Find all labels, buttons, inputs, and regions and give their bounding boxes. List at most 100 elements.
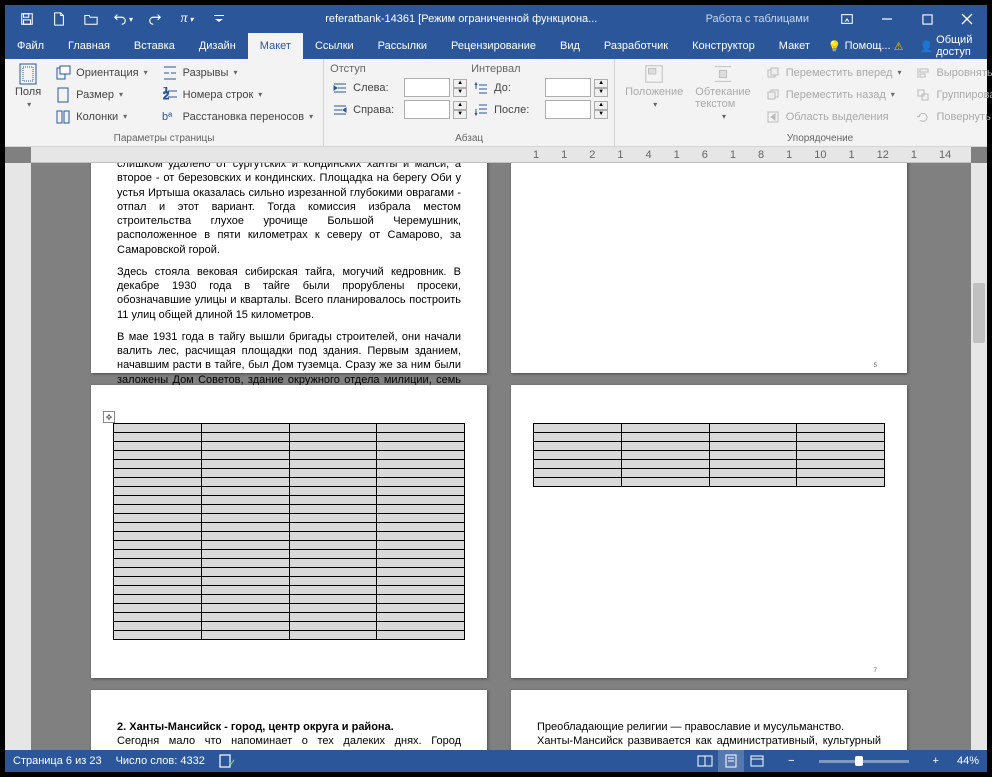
spacing-before[interactable]: До:▲▼ [471, 77, 608, 98]
undo-button[interactable]: ▾ [107, 5, 139, 33]
vertical-scrollbar[interactable] [971, 163, 987, 750]
tell-me[interactable]: 💡Помощ...⚠ [822, 40, 910, 53]
close-button[interactable] [947, 5, 987, 33]
page-6: ✥ [91, 385, 487, 678]
spacing-before-icon [471, 78, 491, 98]
tab-mailings[interactable]: Рассылки [366, 33, 439, 59]
group-page-setup: Поля ▾ Ориентация▾ Размер▾ Колонки▾ Разр… [5, 59, 324, 146]
new-doc-button[interactable] [43, 5, 75, 33]
word-count[interactable]: Число слов: 4332 [116, 755, 205, 767]
titlebar: ▾ π▾ referatbank-14361 [Режим ограниченн… [5, 5, 987, 33]
line-numbers-button[interactable]: 12Номера строк▾ [156, 84, 318, 105]
tab-home[interactable]: Главная [56, 33, 122, 59]
open-button[interactable] [75, 5, 107, 33]
selection-pane-button: Область выделения [759, 106, 906, 127]
document-table-2[interactable] [533, 423, 885, 487]
rotate-icon [913, 107, 933, 127]
line-numbers-icon: 12 [160, 85, 180, 105]
columns-button[interactable]: Колонки▾ [49, 106, 151, 127]
maximize-button[interactable] [907, 5, 947, 33]
tab-design[interactable]: Дизайн [187, 33, 248, 59]
size-icon [53, 85, 73, 105]
save-button[interactable] [11, 5, 43, 33]
indent-left[interactable]: Слева:▲▼ [330, 77, 467, 98]
wrap-icon [713, 64, 733, 84]
document-table-1[interactable] [113, 423, 465, 640]
horizontal-ruler[interactable]: 1121416181101121141 [31, 147, 971, 163]
zoom-in-button[interactable]: + [929, 755, 943, 767]
svg-text:bª: bª [162, 111, 173, 123]
statusbar: Страница 6 из 23 Число слов: 4332 − + 44… [5, 750, 987, 772]
tab-table-layout[interactable]: Макет [767, 33, 822, 59]
document-canvas[interactable]: слишком удалено от сургутских и кондинск… [31, 163, 971, 750]
wrap-text-button: Обтекание текстом▾ [691, 62, 754, 123]
scroll-thumb[interactable] [973, 283, 985, 343]
tab-references[interactable]: Ссылки [303, 33, 366, 59]
page-5: 5 [511, 163, 907, 373]
read-mode-button[interactable] [692, 750, 718, 772]
spacing-after[interactable]: После:▲▼ [471, 99, 608, 120]
orientation-icon [53, 63, 73, 83]
equation-button[interactable]: π▾ [171, 5, 203, 33]
group-button: Группировать▾ [909, 84, 992, 105]
spell-check-icon[interactable] [219, 754, 235, 768]
tab-developer[interactable]: Разработчик [592, 33, 680, 59]
zoom-out-button[interactable]: − [784, 755, 798, 767]
zoom-level[interactable]: 44% [957, 755, 979, 767]
tab-layout[interactable]: Макет [248, 33, 303, 59]
group-icon [913, 85, 933, 105]
group-label-paragraph: Абзац [330, 131, 608, 146]
hyphenation-button[interactable]: bªРасстановка переносов▾ [156, 106, 318, 127]
margins-button[interactable]: Поля ▾ [11, 62, 45, 111]
columns-icon [53, 107, 73, 127]
print-layout-button[interactable] [718, 750, 744, 772]
bring-forward-button: Переместить вперед▾ [759, 62, 906, 83]
size-button[interactable]: Размер▾ [49, 84, 151, 105]
indent-right-icon [330, 100, 350, 120]
ribbon-options-button[interactable] [827, 5, 867, 33]
group-paragraph: Отступ Слева:▲▼ Справа:▲▼ Интервал До:▲▼… [324, 59, 615, 146]
tab-insert[interactable]: Вставка [122, 33, 187, 59]
page-9: Преобладающие религии — православие и му… [511, 690, 907, 750]
tab-view[interactable]: Вид [548, 33, 592, 59]
redo-button[interactable] [139, 5, 171, 33]
margins-icon [18, 64, 38, 84]
bulb-icon: 💡 [828, 40, 842, 53]
indent-right[interactable]: Справа:▲▼ [330, 99, 467, 120]
vertical-ruler[interactable] [5, 163, 31, 750]
qat-customize[interactable] [203, 5, 235, 33]
tab-file[interactable]: Файл [5, 33, 56, 59]
minimize-button[interactable] [867, 5, 907, 33]
indent-left-icon [330, 78, 350, 98]
spacing-after-input[interactable] [545, 100, 591, 119]
position-icon [644, 64, 664, 84]
svg-text:2: 2 [163, 90, 169, 102]
forward-icon [763, 63, 783, 83]
orientation-button[interactable]: Ориентация▾ [49, 62, 151, 83]
position-button: Положение▾ [621, 62, 687, 111]
view-switcher [692, 750, 770, 772]
table-move-handle[interactable]: ✥ [103, 411, 115, 423]
align-button: Выровнять▾ [909, 62, 992, 83]
menubar: Файл Главная Вставка Дизайн Макет Ссылки… [5, 33, 987, 59]
breaks-button[interactable]: Разрывы▾ [156, 62, 318, 83]
page-indicator[interactable]: Страница 6 из 23 [13, 755, 102, 767]
spacing-after-icon [471, 100, 491, 120]
tab-constructor[interactable]: Конструктор [680, 33, 767, 59]
selection-icon [763, 107, 783, 127]
indent-left-input[interactable] [404, 78, 450, 97]
page-8: 2. Ханты-Мансийск - город, центр округа … [91, 690, 487, 750]
ribbon: Поля ▾ Ориентация▾ Размер▾ Колонки▾ Разр… [5, 59, 987, 147]
backward-icon [763, 85, 783, 105]
page-4: слишком удалено от сургутских и кондинск… [91, 163, 487, 373]
group-label-arrange: Упорядочение [621, 131, 992, 146]
indent-right-input[interactable] [404, 100, 450, 119]
spacing-before-input[interactable] [545, 78, 591, 97]
tab-review[interactable]: Рецензирование [439, 33, 548, 59]
zoom-slider[interactable] [819, 760, 909, 763]
page-7: 7 [511, 385, 907, 678]
web-layout-button[interactable] [744, 750, 770, 772]
share-button[interactable]: 👤Общий доступ [913, 34, 979, 58]
group-label-page-setup: Параметры страницы [11, 131, 317, 146]
zoom-thumb[interactable] [855, 756, 863, 766]
